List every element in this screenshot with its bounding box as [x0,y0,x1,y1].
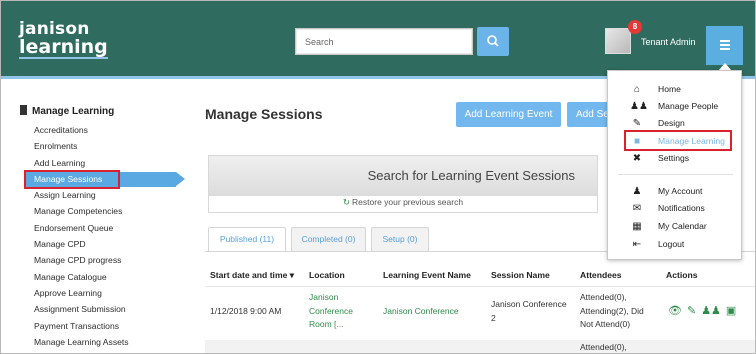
menu-separator [618,174,733,175]
restore-search-link[interactable]: ↻ Restore your previous search [209,197,597,208]
table-divider [205,286,755,287]
calendar-icon: ▦ [632,221,642,232]
logout-icon: ⇤ [632,239,642,250]
menu-item-label: My Calendar [658,221,707,231]
sidebar-item-assign-learning[interactable]: Assign Learning [34,187,129,203]
cell-location-line: Room [... [309,319,344,330]
menu-item-label: Notifications [658,203,705,213]
menu-item-settings[interactable]: ✖ Settings [608,150,741,167]
menu-item-label: Manage People [658,101,719,111]
notebook-icon[interactable]: ▣ [726,304,736,317]
tab-setup[interactable]: Setup (0) [371,227,429,251]
sidebar-item-endorsement-queue[interactable]: Endorsement Queue [34,220,129,236]
hamburger-icon-bar [720,44,730,46]
cell-location-line: Janison [309,292,339,302]
app-frame: janison learning Search 8 Tenant Admin M… [0,0,756,354]
sidebar-item-approve-learning[interactable]: Approve Learning [34,285,129,301]
menu-item-label: Settings [658,153,690,163]
cell-session-line: 2 [491,312,496,323]
people-icon: ♟♟ [630,101,648,112]
hamburger-icon [720,40,730,42]
sidebar-item-manage-competencies[interactable]: Manage Competencies [34,203,129,219]
cell-attendees-line: Attended(0), [580,292,627,302]
menu-item-my-account[interactable]: ♟ My Account [608,183,741,200]
avatar[interactable] [605,28,631,54]
user-name[interactable]: Tenant Admin [641,37,696,47]
active-item-arrow [176,172,185,186]
sidebar-item-manage-catalogue[interactable]: Manage Catalogue [34,269,129,285]
menu-item-label: Logout [658,239,685,249]
row-actions: 👁 ✎ ♟♟ ▣ [668,304,741,317]
book-icon [20,105,27,115]
pencil-icon[interactable]: ✎ [687,304,696,317]
add-learning-event-button[interactable]: Add Learning Event [456,102,561,127]
sidebar-item-manage-learning-assets[interactable]: Manage Learning Assets [34,334,129,350]
menu-item-label: My Account [658,186,703,196]
hamburger-menu-button[interactable] [706,26,743,65]
sidebar-item-accreditations[interactable]: Accreditations [34,122,129,138]
cell-start: 1/12/2018 9:00 AM [210,306,282,316]
sidebar-item-manage-cpd-progress[interactable]: Manage CPD progress [34,252,129,268]
column-header-actions: Actions [666,270,698,280]
menu-item-my-calendar[interactable]: ▦ My Calendar [608,218,741,235]
eye-icon[interactable]: 👁 [668,304,682,317]
highlight-box-sidebar [24,170,120,189]
sidebar-item-add-learning[interactable]: Add Learning [34,155,129,171]
sidebar-title-text: Manage Learning [32,106,115,117]
cell-attendees-line: Not Attend(0) [580,319,631,330]
janison-learning-logo[interactable]: janison learning [19,20,108,59]
top-header: janison learning Search 8 Tenant Admin [1,1,755,79]
tab-completed[interactable]: Completed (0) [291,227,366,251]
user-icon: ♟ [632,186,642,197]
people-icon[interactable]: ♟♟ [701,304,721,317]
cell-location-line: Conference [309,305,353,316]
menu-item-notifications[interactable]: ✉ Notifications [608,200,741,217]
tools-icon: ✖ [632,153,642,164]
column-header-start[interactable]: Start date and time ▾ [210,270,294,281]
cell-attendees: Attended(0), [580,342,627,352]
search-sessions-panel: Search for Learning Event Sessions ↻ Rest… [208,155,598,213]
cell-session-line: Janison Conference [491,299,567,309]
column-header-location: Location [309,270,345,280]
sidebar-item-manage-cpd[interactable]: Manage CPD [34,236,129,252]
main-menu-dropdown: ⌂ Home ♟♟ Manage People ✎ Design ■ Manage Le… [607,70,742,260]
restore-search-label: Restore your previous search [352,197,464,207]
search-icon [487,35,499,47]
refresh-icon: ↻ [342,197,351,207]
cell-location[interactable]: Janison Conference Room [... [309,291,353,332]
sidebar-item-enrolments[interactable]: Enrolments [34,138,129,154]
menu-item-label: Home [658,84,681,94]
page-title: Manage Sessions [205,106,323,122]
tab-published[interactable]: Published (11) [208,227,286,251]
sidebar-item-payment-transactions[interactable]: Payment Transactions [34,318,129,334]
sidebar-title: Manage Learning [20,105,114,117]
column-header-session: Session Name [491,270,550,280]
search-panel-heading[interactable]: Search for Learning Event Sessions [209,156,597,196]
sidebar-item-assignment-submission[interactable]: Assignment Submission [34,301,129,317]
search-input[interactable]: Search [295,28,473,55]
logo-line2: learning [19,36,108,59]
notification-badge[interactable]: 8 [628,20,642,34]
sidebar-nav: Accreditations Enrolments Add Learning M… [34,122,129,350]
column-header-event: Learning Event Name [383,270,471,280]
cell-attendees: Attended(0), Attending(2), Did Not Atten… [580,291,644,332]
menu-item-manage-people[interactable]: ♟♟ Manage People [608,98,741,115]
column-header-attendees: Attendees [580,270,622,280]
hamburger-icon-bar [720,48,730,50]
highlight-box-menu [624,130,732,151]
envelope-icon: ✉ [632,203,642,214]
table-row: Attended(0), [205,340,755,353]
search-button[interactable] [477,27,509,56]
menu-item-home[interactable]: ⌂ Home [608,81,741,98]
cell-attendees-line: Attending(2), Did [580,305,644,316]
home-icon: ⌂ [633,84,641,95]
cell-session-name: Janison Conference 2 [491,298,567,325]
menu-item-logout[interactable]: ⇤ Logout [608,236,741,253]
cell-event-name[interactable]: Janison Conference [383,305,459,319]
